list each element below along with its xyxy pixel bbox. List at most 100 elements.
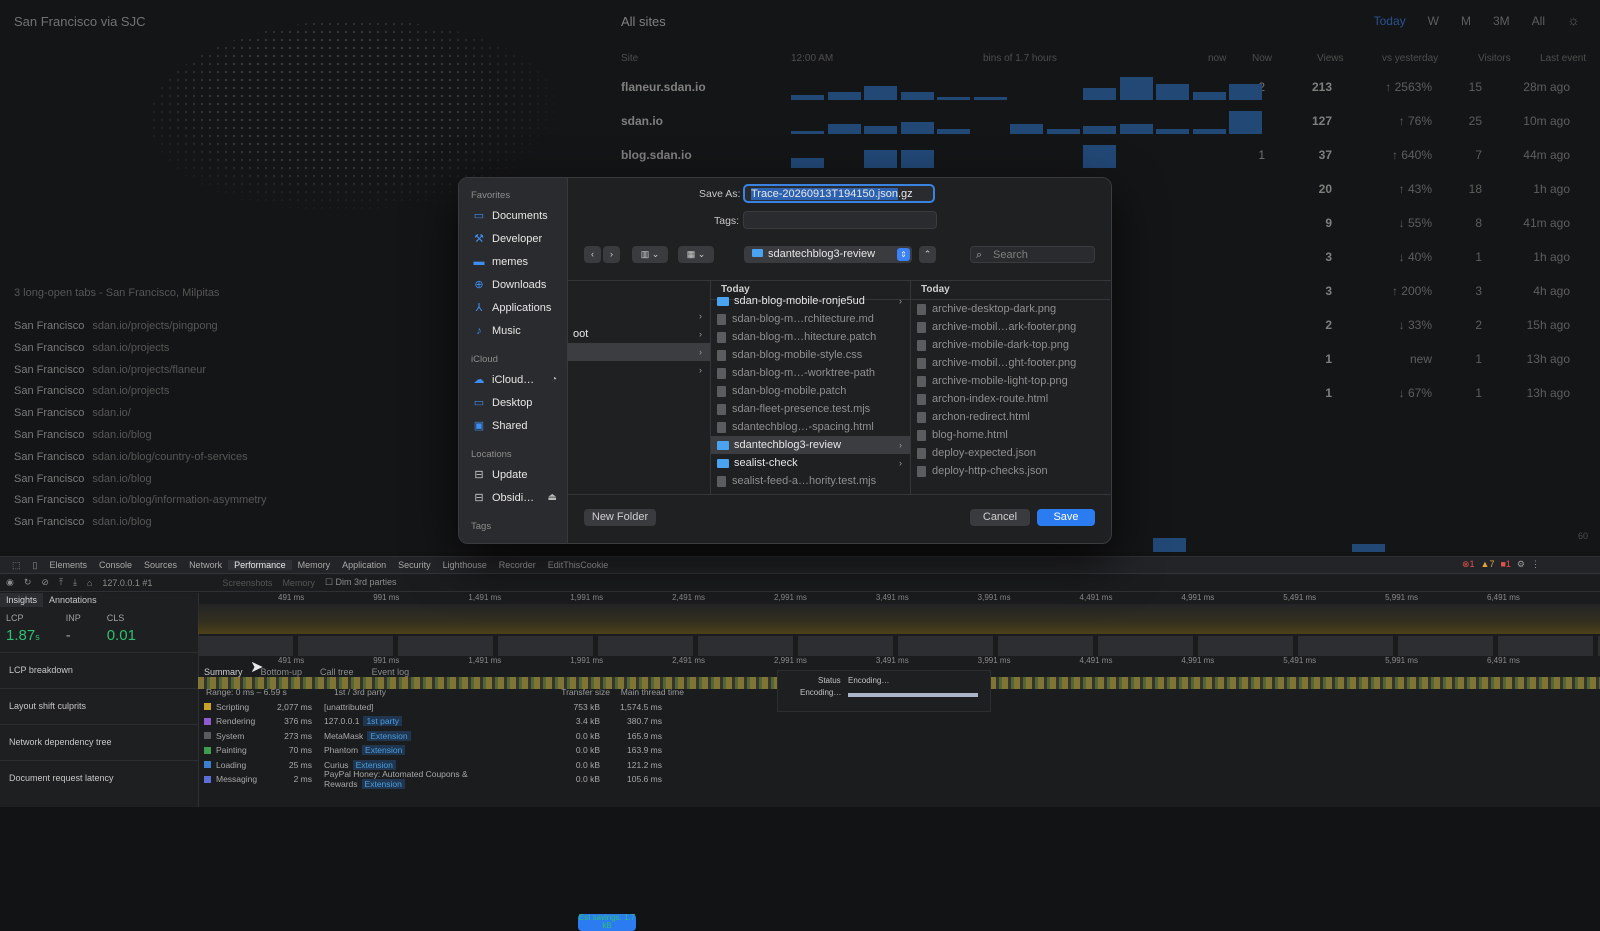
devtools-counters[interactable]: ⊗1 ▲7 ■1 ⚙ ⋮ — [1462, 559, 1540, 570]
party-name[interactable]: PayPal Honey: Automated Coupons & Reward… — [324, 769, 544, 790]
sidebar-item-obsidi[interactable]: ⊟ Obsidi… ⏏ — [459, 486, 567, 509]
file-item[interactable]: archive-mobil…ght-footer.png — [911, 354, 1110, 372]
inspect-icon[interactable]: ⬚ — [6, 560, 27, 571]
file-item[interactable]: sdantechblog…-spacing.html — [711, 418, 910, 436]
tab-editthiscookie[interactable]: EditThisCookie — [542, 560, 615, 570]
browser-item[interactable]: › — [567, 343, 710, 361]
tab-security[interactable]: Security — [392, 560, 437, 570]
device-toggle-icon[interactable]: ▯ — [27, 560, 44, 571]
tab-insights[interactable]: Insights — [0, 593, 44, 607]
theme-toggle-icon[interactable]: ☼ — [1567, 12, 1580, 28]
tab-annotations[interactable]: Annotations — [43, 593, 103, 607]
location-popup[interactable]: sdantechblog3-review ⇕ — [744, 246, 912, 263]
file-item[interactable]: sealist-feed-a…hority.test.mjs — [711, 472, 910, 490]
file-item[interactable]: deploy-expected.json — [911, 444, 1110, 462]
home-icon[interactable]: ⌂ — [87, 578, 92, 588]
range-today[interactable]: Today — [1374, 14, 1406, 28]
file-item[interactable]: archive-mobile-dark-top.png — [911, 336, 1110, 354]
tab-performance[interactable]: Performance — [228, 560, 292, 570]
search-field[interactable]: ⌕ Search — [970, 246, 1095, 263]
sidebar-item-music[interactable]: ♪ Music — [459, 319, 567, 342]
tab-event-log[interactable]: Event log — [372, 667, 410, 677]
file-item[interactable]: sdan-blog-mobile.patch — [711, 382, 910, 400]
settings-icon[interactable]: ⚙ — [1517, 559, 1525, 570]
file-item[interactable]: blog-home.html — [911, 426, 1110, 444]
tab-elements[interactable]: Elements — [43, 560, 93, 570]
sidebar-item-desktop[interactable]: ▭ Desktop — [459, 391, 567, 414]
file-item[interactable]: archon-index-route.html — [911, 390, 1110, 408]
sidebar-item-developer[interactable]: ⚒ Developer — [459, 227, 567, 250]
file-item[interactable]: sdan-blog-m…-worktree-path — [711, 364, 910, 382]
party-name[interactable]: [unattributed] — [324, 702, 544, 712]
insight-item[interactable]: Layout shift culprits — [0, 688, 198, 724]
tab-call-tree[interactable]: Call tree — [320, 667, 354, 677]
tags-input[interactable] — [743, 211, 937, 229]
tab-recorder[interactable]: Recorder — [493, 560, 542, 570]
group-button[interactable]: ▦ ⌄ — [678, 246, 714, 263]
tab-memory[interactable]: Memory — [292, 560, 337, 570]
tab-bottom-up[interactable]: Bottom-up — [261, 667, 303, 677]
back-button[interactable]: ‹ — [584, 246, 601, 263]
browser-item[interactable]: oot › — [567, 325, 710, 343]
tab-application[interactable]: Application — [336, 560, 392, 570]
tab-lighthouse[interactable]: Lighthouse — [437, 560, 493, 570]
dim-third-parties-checkbox[interactable]: ☐ Dim 3rd parties — [325, 577, 397, 588]
clear-icon[interactable]: ⊘ — [41, 577, 49, 588]
recording-select[interactable]: 127.0.0.1 #1 — [102, 578, 152, 588]
site-name[interactable]: sdan.io — [621, 114, 663, 128]
new-folder-button[interactable]: New Folder — [584, 509, 656, 526]
sidebar-item-applications[interactable]: ⅄ Applications — [459, 296, 567, 319]
more-icon[interactable]: ⋮ — [1531, 559, 1540, 570]
tab-console[interactable]: Console — [93, 560, 138, 570]
range-m[interactable]: M — [1461, 14, 1471, 28]
screenshots-checkbox[interactable]: Screenshots — [222, 578, 272, 588]
site-name[interactable]: blog.sdan.io — [621, 148, 692, 162]
file-item[interactable]: sdan-blog-m…hitecture.patch — [711, 328, 910, 346]
sidebar-item-icloud[interactable]: ☁ iCloud… ◔ — [459, 368, 567, 391]
sidebar-item-downloads[interactable]: ⊕ Downloads — [459, 273, 567, 296]
tab-summary[interactable]: Summary — [204, 667, 243, 677]
range-w[interactable]: W — [1428, 14, 1439, 28]
sidebar-item-update[interactable]: ⊟ Update — [459, 463, 567, 486]
file-item[interactable]: sdan-fleet-presence.test.mjs — [711, 400, 910, 418]
view-columns-button[interactable]: ▥ ⌄ — [632, 246, 668, 263]
filename-input[interactable]: Trace-20260913T194150.json.gz — [743, 184, 935, 203]
party-name[interactable]: Phantom Extension — [324, 745, 544, 756]
upload-icon[interactable]: ⤒ — [59, 577, 63, 588]
cancel-button[interactable]: Cancel — [970, 509, 1030, 526]
browser-item[interactable]: › — [567, 307, 710, 325]
party-name[interactable]: Curius Extension — [324, 759, 544, 770]
file-item[interactable]: sdan-blog-mobile-style.css — [711, 346, 910, 364]
insight-item[interactable]: Document request latency Est savings: 1.7… — [0, 760, 636, 931]
range-3m[interactable]: 3M — [1493, 14, 1510, 28]
range-all[interactable]: All — [1532, 14, 1545, 28]
insight-item[interactable]: Network dependency tree — [0, 724, 198, 760]
record-icon[interactable]: ◉ — [6, 577, 14, 588]
file-item[interactable]: archon-redirect.html — [911, 408, 1110, 426]
browser-item[interactable]: › — [567, 361, 710, 379]
party-name[interactable]: MetaMask Extension — [324, 730, 544, 741]
file-item[interactable]: archive-desktop-dark.png — [911, 300, 1110, 318]
download-icon[interactable]: ⤓ — [73, 577, 77, 588]
file-item[interactable]: deploy-http-checks.json — [911, 462, 1110, 480]
site-name[interactable]: flaneur.sdan.io — [621, 80, 706, 94]
folder-item[interactable]: sdan-blog-mobile-ronje5ud › — [711, 292, 910, 310]
collapse-button[interactable]: ⌃ — [919, 246, 936, 263]
memory-checkbox[interactable]: Memory — [282, 578, 315, 588]
party-name[interactable]: 127.0.0.1 1st party — [324, 716, 544, 727]
reload-icon[interactable]: ↻ — [24, 577, 32, 588]
sidebar-item-shared[interactable]: ▣ Shared — [459, 414, 567, 437]
save-button[interactable]: Save — [1037, 509, 1095, 526]
file-item[interactable]: archive-mobil…ark-footer.png — [911, 318, 1110, 336]
folder-item[interactable]: sealist-check › — [711, 454, 910, 472]
tab-network[interactable]: Network — [183, 560, 228, 570]
file-item[interactable]: sdan-blog-m…rchitecture.md — [711, 310, 910, 328]
folder-item[interactable]: sdantechblog3-review › — [711, 436, 910, 454]
tab-sources[interactable]: Sources — [138, 560, 183, 570]
insight-item[interactable]: LCP breakdown — [0, 652, 198, 688]
encoding-status: Status Encoding… Encoding… — [777, 670, 991, 712]
sidebar-item-documents[interactable]: ▭ Documents — [459, 204, 567, 227]
sidebar-item-memes[interactable]: ▬ memes — [459, 250, 567, 273]
file-item[interactable]: archive-mobile-light-top.png — [911, 372, 1110, 390]
forward-button[interactable]: › — [603, 246, 620, 263]
